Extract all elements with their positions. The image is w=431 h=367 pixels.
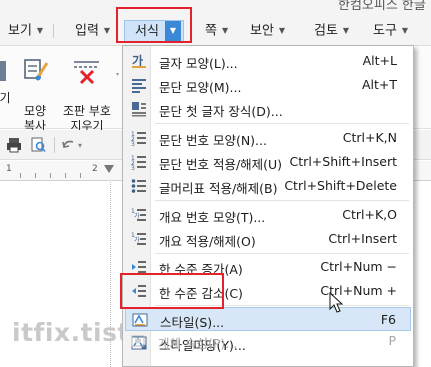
menu-item-shortcut: Alt+L [362, 53, 397, 68]
remove-codes-label: 조판 부호 지우기 [63, 104, 111, 133]
outline-number-icon: 1가 [131, 207, 147, 223]
menu-item-para-number-shape[interactable]: 123 문단 번호 모양(N)... Ctrl+K,N [125, 126, 411, 150]
ruler-mark: 1 [6, 164, 12, 174]
menu-separator [155, 200, 409, 201]
svg-text:가: 가 [132, 53, 143, 68]
menu-item-label: 문단 번호 적용/해제(U) [159, 157, 283, 172]
menu-review-label: 검토 [314, 23, 338, 39]
menu-item-object-props: 개체 속성(P)... P [124, 329, 410, 351]
svg-text:▾: ▾ [78, 141, 82, 150]
bullet-icon [131, 178, 147, 194]
menu-item-shortcut: P [388, 333, 396, 348]
svg-text:3: 3 [131, 165, 135, 170]
toolbar-divider [54, 137, 55, 153]
chevron-down-icon: ▼ [342, 26, 350, 35]
outline-toggle-icon: 1가 [131, 231, 147, 247]
menu-item-shortcut: Ctrl+K,O [342, 207, 397, 222]
menu-item-outline-number-shape[interactable]: 1가 개요 번호 모양(T)... Ctrl+K,O [125, 203, 411, 227]
menu-item-outline-toggle[interactable]: 1가 개요 적용/해제(O) Ctrl+Insert [125, 227, 411, 251]
ribbon-button-partial-label: 기 [0, 91, 11, 105]
menu-item-para-number-toggle[interactable]: 123 문단 번호 적용/해제(U) Ctrl+Shift+Insert [125, 150, 411, 174]
chevron-down-icon: ▼ [278, 26, 286, 35]
menu-separator [155, 123, 409, 124]
menu-divider [53, 24, 55, 38]
ruler-tick [80, 173, 81, 178]
menu-insert-label: 입력 [75, 23, 99, 39]
format-copy-button[interactable]: 모양 복사 [18, 89, 52, 134]
annotation-highlight-style [120, 273, 224, 309]
menu-item-drop-cap[interactable]: 문단 첫 글자 장식(D)... [125, 97, 411, 121]
print-icon[interactable] [6, 137, 22, 156]
window-title: 한컴오피스 한글 [338, 0, 426, 13]
menu-item-shortcut: Ctrl+Insert [328, 231, 397, 246]
menu-item-shortcut: Ctrl+Shift+Insert [289, 154, 397, 169]
format-menu-dropdown: 가 글자 모양(L)... Alt+L 문단 모양(M)... Alt+T 문단… [122, 45, 414, 367]
menu-item-shortcut: Ctrl+Shift+Delete [284, 178, 397, 193]
menu-item-bullet-toggle[interactable]: 글머리표 적용/해제(B) Ctrl+Shift+Delete [125, 174, 411, 198]
menu-review[interactable]: 검토 ▼ [314, 20, 349, 42]
ruler-tick [35, 173, 36, 178]
menu-item-label: 문단 모양(M)... [159, 80, 242, 95]
menu-page-label: 쪽 [205, 23, 217, 39]
svg-text:가: 가 [134, 212, 140, 220]
menu-item-label: 문단 번호 모양(N)... [159, 133, 267, 148]
menu-item-shortcut: Ctrl+K,N [342, 130, 397, 145]
style-icon [132, 312, 148, 328]
menu-item-char-shape[interactable]: 가 글자 모양(L)... Alt+L [125, 49, 411, 73]
menu-tools-label: 도구 [373, 23, 397, 39]
menu-insert[interactable]: 입력 ▼ [75, 20, 110, 42]
undo-icon[interactable]: ▾ [60, 137, 100, 156]
format-copy-label: 모양 복사 [23, 104, 47, 133]
ruler-tick [50, 173, 51, 178]
ruler-tick [20, 173, 21, 178]
para-shape-icon [131, 77, 147, 93]
object-props-icon [130, 333, 146, 349]
window-title-strip: 한컴오피스 한글 [0, 0, 431, 14]
menu-item-label: 개요 적용/해제(O) [159, 234, 256, 249]
mouse-pointer-icon [329, 291, 344, 317]
ruler-mark: 2 [92, 164, 98, 174]
preview-icon[interactable] [30, 137, 46, 156]
menu-view-label: 보기 [8, 23, 32, 39]
menu-item-label: 개요 번호 모양(T)... [159, 210, 266, 225]
svg-text:가: 가 [134, 236, 140, 244]
menu-security[interactable]: 보안 ▼ [250, 20, 285, 42]
menu-item-shortcut: Alt+T [361, 77, 397, 92]
svg-text:3: 3 [131, 141, 135, 146]
remove-codes-button[interactable]: 조판 부호 지우기 [58, 89, 116, 134]
menu-item-style[interactable]: 스타일(S)... F6 [125, 307, 411, 331]
menu-security-label: 보안 [250, 23, 274, 39]
menu-item-label: 문단 첫 글자 장식(D)... [159, 104, 283, 119]
ribbon-button-partial[interactable]: 기 [0, 91, 12, 106]
drop-cap-icon [131, 101, 147, 117]
menu-item-label: 글자 모양(L)... [159, 56, 238, 71]
chevron-down-icon: ▼ [36, 26, 44, 35]
menu-item-label: 글머리표 적용/해제(B) [159, 181, 278, 196]
menu-item-shortcut: Ctrl+Num − [320, 259, 397, 274]
remove-code-icon [71, 57, 103, 90]
para-number-icon: 123 [131, 130, 147, 148]
menu-bar: 보기 ▼ 입력 ▼ 서식 ▼ 쪽 ▼ 보안 ▼ 검토 ▼ 도구 ▼ [0, 14, 431, 46]
menu-tools[interactable]: 도구 ▼ [373, 20, 408, 42]
partial-tool-icon [0, 59, 10, 86]
menu-separator [155, 253, 409, 254]
indent-marker-icon[interactable] [104, 163, 114, 173]
menu-page[interactable]: 쪽 ▼ [205, 20, 228, 42]
annotation-highlight-menu [116, 7, 192, 43]
chevron-down-icon: ▼ [103, 26, 111, 35]
para-number-toggle-icon: 123 [131, 154, 147, 172]
menu-view[interactable]: 보기 ▼ [8, 20, 55, 42]
ruler-tick [65, 173, 66, 178]
menu-item-label: 개체 속성(P)... [158, 336, 238, 351]
chevron-down-icon: ▼ [221, 26, 229, 35]
format-painter-icon [23, 57, 49, 88]
menu-item-shortcut: F6 [380, 312, 396, 327]
menu-item-para-shape[interactable]: 문단 모양(M)... Alt+T [125, 73, 411, 97]
char-shape-icon: 가 [131, 53, 147, 69]
chevron-down-icon: ▼ [401, 26, 409, 35]
